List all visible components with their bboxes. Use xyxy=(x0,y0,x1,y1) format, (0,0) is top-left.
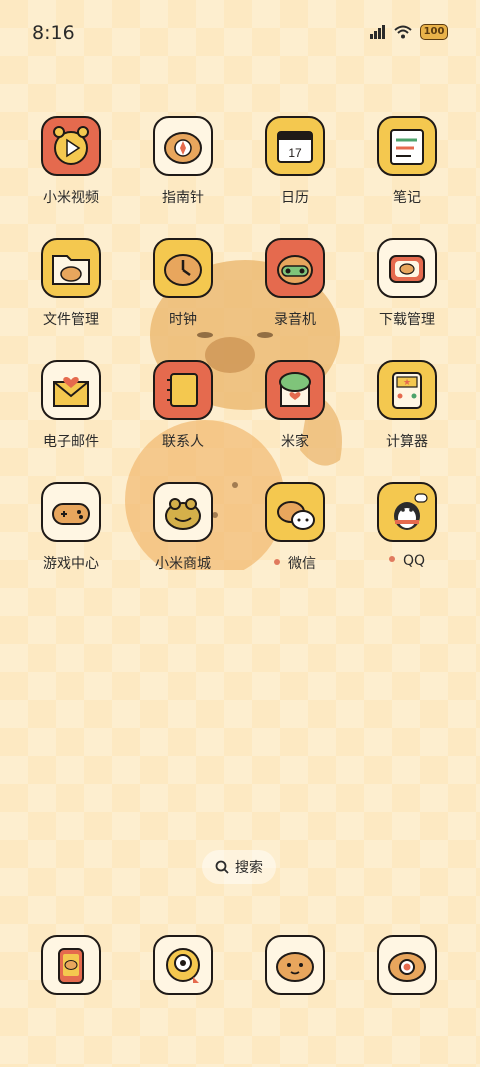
app-calculator[interactable]: ★ 计算器 xyxy=(357,360,457,451)
gamepad-icon xyxy=(41,482,101,542)
recorder-icon xyxy=(265,238,325,298)
svg-text:17: 17 xyxy=(288,146,302,160)
compass-icon xyxy=(153,116,213,176)
app-contacts[interactable]: 联系人 xyxy=(133,360,233,451)
app-folder[interactable]: 文件管理 xyxy=(21,238,121,329)
app-camera[interactable] xyxy=(133,935,233,995)
app-label: 联系人 xyxy=(133,431,233,451)
app-label-text: 计算器 xyxy=(386,434,428,450)
app-label: QQ xyxy=(357,553,457,569)
app-label-text: 电子邮件 xyxy=(43,434,99,450)
app-wechat[interactable]: 微信 xyxy=(245,482,345,573)
wifi-icon xyxy=(394,25,412,39)
battery-indicator: 100 xyxy=(420,24,448,40)
app-frog[interactable]: 小米商城 xyxy=(133,482,233,573)
app-label: 小米视频 xyxy=(21,187,121,207)
app-label: 日历 xyxy=(245,187,345,207)
folder-icon xyxy=(41,238,101,298)
clock-icon xyxy=(153,238,213,298)
status-bar: 8:16 100 xyxy=(0,0,480,66)
browser-icon xyxy=(377,935,437,995)
app-home[interactable]: 米家 xyxy=(245,360,345,451)
app-label: 米家 xyxy=(245,431,345,451)
app-label-text: 微信 xyxy=(288,556,316,572)
app-label: 下载管理 xyxy=(357,309,457,329)
app-label-text: 联系人 xyxy=(162,434,204,450)
download-icon xyxy=(377,238,437,298)
penguin-icon xyxy=(377,482,437,542)
app-label: 游戏中心 xyxy=(21,553,121,573)
home-icon xyxy=(265,360,325,420)
app-label: 文件管理 xyxy=(21,309,121,329)
app-phone[interactable] xyxy=(21,935,121,995)
app-label: 计算器 xyxy=(357,431,457,451)
app-label: 微信 xyxy=(245,553,345,573)
messages-icon xyxy=(265,935,325,995)
app-penguin[interactable]: QQ xyxy=(357,482,457,569)
app-label-text: 小米视频 xyxy=(43,190,99,206)
signal-icon xyxy=(370,25,385,39)
app-browser[interactable] xyxy=(357,935,457,995)
camera-icon xyxy=(153,935,213,995)
app-download[interactable]: 下载管理 xyxy=(357,238,457,329)
app-calendar[interactable]: 17 日历 xyxy=(245,116,345,207)
app-label-text: 下载管理 xyxy=(379,312,435,328)
app-label-text: QQ xyxy=(402,553,426,569)
app-label-text: 小米商城 xyxy=(155,556,211,572)
search-label: 搜索 xyxy=(235,860,263,876)
app-label: 电子邮件 xyxy=(21,431,121,451)
app-label-text: 指南针 xyxy=(162,190,204,206)
app-notes[interactable]: 笔记 xyxy=(357,116,457,207)
svg-text:★: ★ xyxy=(403,377,411,387)
app-label-text: 游戏中心 xyxy=(43,556,99,572)
app-compass[interactable]: 指南针 xyxy=(133,116,233,207)
app-label-text: 录音机 xyxy=(274,312,316,328)
app-label-text: 日历 xyxy=(281,190,309,206)
app-messages[interactable] xyxy=(245,935,345,995)
wechat-icon xyxy=(265,482,325,542)
mail-icon xyxy=(41,360,101,420)
search-pill[interactable]: 搜索 xyxy=(202,850,276,884)
video-play-icon xyxy=(41,116,101,176)
app-label: 笔记 xyxy=(357,187,457,207)
app-label-text: 文件管理 xyxy=(43,312,99,328)
app-label-text: 笔记 xyxy=(393,190,421,206)
app-label: 指南针 xyxy=(133,187,233,207)
app-recorder[interactable]: 录音机 xyxy=(245,238,345,329)
app-label-text: 米家 xyxy=(281,434,309,450)
contacts-icon xyxy=(153,360,213,420)
status-icons: 100 xyxy=(370,24,448,40)
frog-icon xyxy=(153,482,213,542)
search-icon xyxy=(215,860,229,874)
app-clock[interactable]: 时钟 xyxy=(133,238,233,329)
notes-icon xyxy=(377,116,437,176)
app-label: 时钟 xyxy=(133,309,233,329)
app-label: 小米商城 xyxy=(133,553,233,573)
status-time: 8:16 xyxy=(32,22,75,44)
app-label-text: 时钟 xyxy=(169,312,197,328)
phone-icon xyxy=(41,935,101,995)
calculator-icon: ★ xyxy=(377,360,437,420)
calendar-icon: 17 xyxy=(265,116,325,176)
notification-dot xyxy=(388,556,395,562)
app-gamepad[interactable]: 游戏中心 xyxy=(21,482,121,573)
app-video-play[interactable]: 小米视频 xyxy=(21,116,121,207)
app-mail[interactable]: 电子邮件 xyxy=(21,360,121,451)
notification-dot xyxy=(274,559,280,565)
app-label: 录音机 xyxy=(245,309,345,329)
